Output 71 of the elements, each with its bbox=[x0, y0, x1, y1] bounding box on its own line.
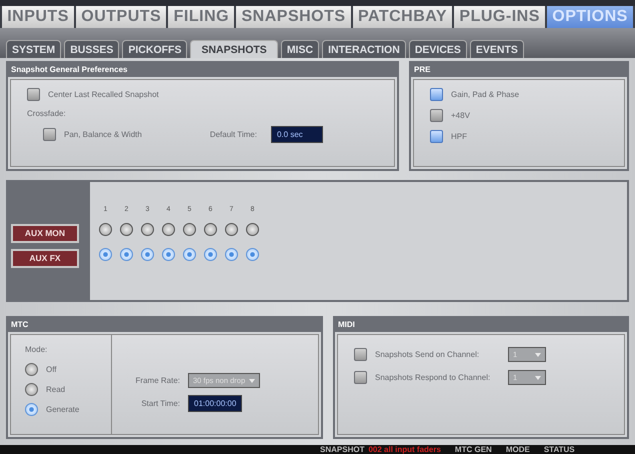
aux-label: AUX FX bbox=[11, 249, 79, 268]
main-tab[interactable]: PATCHBAY bbox=[352, 6, 452, 28]
radio-button[interactable] bbox=[25, 363, 38, 376]
round-button[interactable] bbox=[204, 223, 217, 236]
checkbox[interactable] bbox=[354, 348, 367, 361]
round-button[interactable] bbox=[162, 223, 175, 236]
radio-label: Generate bbox=[46, 405, 80, 414]
frame-rate-label: Frame Rate: bbox=[134, 376, 180, 385]
sub-tab[interactable]: INTERACTION bbox=[322, 40, 406, 58]
status-text: MTC GEN bbox=[454, 445, 492, 454]
radio-button[interactable] bbox=[25, 383, 38, 396]
round-button[interactable] bbox=[225, 248, 238, 261]
sub-tab[interactable]: DEVICES bbox=[408, 40, 467, 58]
status-text: 002 all input faders bbox=[368, 445, 441, 454]
default-time-field[interactable]: 0.0 sec bbox=[270, 126, 323, 143]
main-tab[interactable]: OUTPUTS bbox=[76, 6, 166, 28]
checkbox-label: Snapshots Respond to Channel: bbox=[375, 373, 492, 382]
checkbox-label: +48V bbox=[451, 111, 470, 120]
checkbox-label: Center Last Recalled Snapshot bbox=[48, 90, 159, 99]
start-time-field[interactable]: 01:00:00:00 bbox=[188, 395, 242, 412]
sub-tab[interactable]: PICKOFFS bbox=[122, 40, 188, 58]
round-button[interactable] bbox=[120, 223, 133, 236]
checkbox-label: Pan, Balance & Width bbox=[64, 130, 142, 139]
start-time-label: Start Time: bbox=[140, 399, 180, 408]
round-button[interactable] bbox=[183, 223, 196, 236]
sub-tab[interactable]: SYSTEM bbox=[6, 40, 62, 58]
checkbox[interactable] bbox=[430, 130, 443, 143]
round-button[interactable] bbox=[99, 248, 112, 261]
radio-button[interactable] bbox=[25, 403, 38, 416]
main-tab[interactable]: FILING bbox=[168, 6, 234, 28]
panel-title: MTC bbox=[8, 318, 321, 332]
checkbox-label: HPF bbox=[451, 132, 467, 141]
checkbox-label: Gain, Pad & Phase bbox=[451, 90, 520, 99]
checkbox[interactable] bbox=[354, 371, 367, 384]
status-text: SNAPSHOT bbox=[320, 445, 364, 454]
status-text: STATUS bbox=[544, 445, 575, 454]
panel-title: Snapshot General Preferences bbox=[8, 63, 397, 77]
status-text: MODE bbox=[506, 445, 530, 454]
round-button[interactable] bbox=[141, 223, 154, 236]
round-button[interactable] bbox=[99, 223, 112, 236]
panel-title: PRE bbox=[411, 63, 627, 77]
crossfade-label: Crossfade: bbox=[27, 109, 67, 118]
aux-label: AUX MON bbox=[11, 224, 79, 243]
checkbox[interactable] bbox=[430, 109, 443, 122]
main-tab[interactable]: PLUG-INS bbox=[454, 6, 546, 28]
main-tab[interactable]: SNAPSHOTS bbox=[236, 6, 351, 28]
default-time-label: Default Time: bbox=[210, 130, 257, 139]
round-button[interactable] bbox=[246, 248, 259, 261]
round-button[interactable] bbox=[204, 248, 217, 261]
radio-label: Read bbox=[46, 385, 66, 394]
checkbox-label: Snapshots Send on Channel: bbox=[375, 350, 480, 359]
round-button[interactable] bbox=[246, 223, 259, 236]
sub-tab[interactable]: EVENTS bbox=[470, 40, 524, 58]
checkbox[interactable] bbox=[43, 128, 56, 141]
round-button[interactable] bbox=[162, 248, 175, 261]
round-button[interactable] bbox=[225, 223, 238, 236]
mode-label: Mode: bbox=[25, 345, 48, 354]
checkbox[interactable] bbox=[27, 88, 40, 101]
sub-tab[interactable]: BUSSES bbox=[64, 40, 120, 58]
caret-icon bbox=[535, 352, 541, 356]
round-button[interactable] bbox=[120, 248, 133, 261]
checkbox[interactable] bbox=[430, 88, 443, 101]
main-tab[interactable]: INPUTS bbox=[2, 6, 74, 28]
sub-tab[interactable]: SNAPSHOTS bbox=[190, 40, 278, 58]
round-button[interactable] bbox=[141, 248, 154, 261]
round-button[interactable] bbox=[183, 248, 196, 261]
sub-tab[interactable]: MISC bbox=[280, 40, 320, 58]
radio-label: Off bbox=[46, 365, 57, 374]
caret-icon bbox=[535, 376, 541, 380]
caret-icon bbox=[249, 378, 256, 382]
panel-title: MIDI bbox=[335, 318, 627, 332]
